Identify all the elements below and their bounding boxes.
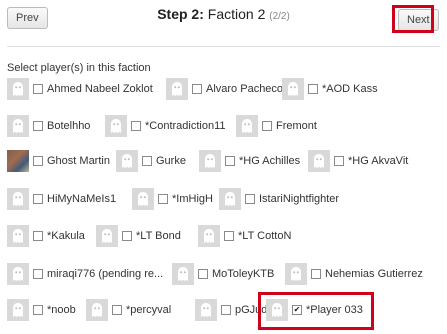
player-checkbox[interactable]: [308, 84, 318, 94]
player-name: MoToleyKTB: [212, 268, 275, 280]
default-avatar-icon: [285, 263, 307, 285]
player-checkbox[interactable]: [33, 305, 43, 315]
player-name: Botelhho: [47, 120, 91, 132]
player-item[interactable]: *Kakula: [7, 225, 85, 247]
instruction-text: Select player(s) in this faction: [7, 62, 151, 74]
next-highlight-box: [392, 5, 434, 33]
default-avatar-icon: [7, 115, 29, 137]
player-checkbox[interactable]: [33, 121, 43, 131]
player-checkbox[interactable]: [198, 269, 208, 279]
player-name: Ahmed Nabeel Zoklot: [47, 83, 153, 95]
player-item[interactable]: *Contradiction11: [105, 115, 226, 137]
player-item[interactable]: MoToleyKTB: [172, 263, 274, 285]
player-checkbox[interactable]: [245, 194, 255, 204]
player-checkbox[interactable]: [311, 269, 321, 279]
player-name: Ghost Martin: [47, 155, 110, 167]
default-avatar-icon: [219, 188, 241, 210]
player-name: Fremont: [276, 120, 317, 132]
default-avatar-icon: [198, 225, 220, 247]
player-name: *HG Achilles: [239, 155, 301, 167]
player-item[interactable]: Ghost Martin: [7, 150, 110, 172]
player-item[interactable]: IstariNightfighter: [219, 188, 339, 210]
player-checkbox[interactable]: [131, 121, 141, 131]
default-avatar-icon: [7, 299, 29, 321]
default-avatar-icon: [96, 225, 118, 247]
player-item[interactable]: Alvaro Pacheco: [166, 78, 283, 100]
default-avatar-icon: [7, 225, 29, 247]
player-checkbox[interactable]: [33, 84, 43, 94]
default-avatar-icon: [7, 78, 29, 100]
player-name: *Contradiction11: [145, 120, 226, 132]
player-checkbox[interactable]: [262, 121, 272, 131]
player-name: Gurke: [156, 155, 186, 167]
player-item[interactable]: *noob: [7, 299, 76, 321]
player-checkbox[interactable]: [33, 231, 43, 241]
player-name: *LT Bond: [136, 230, 181, 242]
player-checkbox[interactable]: [33, 156, 43, 166]
default-avatar-icon: [308, 150, 330, 172]
wizard-header: Prev Step 2: Faction 2 (2/2) Next: [0, 0, 447, 40]
player-item[interactable]: miraqi776 (pending re...: [7, 263, 163, 285]
player-checkbox[interactable]: [224, 231, 234, 241]
default-avatar-icon: [236, 115, 258, 137]
player-item[interactable]: HiMyNaMeIs1: [7, 188, 116, 210]
title-faction: Faction 2: [207, 6, 266, 22]
title-count: (2/2): [269, 11, 290, 22]
player-checkbox[interactable]: [33, 194, 43, 204]
player-item[interactable]: *HG AkvaVit: [308, 150, 408, 172]
player-item[interactable]: *LT Bond: [96, 225, 181, 247]
player-name: Nehemias Gutierrez: [325, 268, 423, 280]
player-name: *AOD Kass: [322, 83, 378, 95]
player-item[interactable]: Botelhho: [7, 115, 90, 137]
player-item[interactable]: *AOD Kass: [282, 78, 378, 100]
player-checkbox[interactable]: [221, 305, 231, 315]
player-checkbox[interactable]: [112, 305, 122, 315]
player-item[interactable]: Ahmed Nabeel Zoklot: [7, 78, 153, 100]
player-name: *percyval: [126, 304, 172, 316]
player-checkbox[interactable]: [192, 84, 202, 94]
default-avatar-icon: [7, 188, 29, 210]
player-checkbox[interactable]: [142, 156, 152, 166]
player-item[interactable]: Gurke: [116, 150, 186, 172]
player-item[interactable]: Nehemias Gutierrez: [285, 263, 423, 285]
default-avatar-icon: [166, 78, 188, 100]
player-photo-avatar: [7, 150, 29, 172]
default-avatar-icon: [7, 263, 29, 285]
default-avatar-icon: [195, 299, 217, 321]
player-name: *Kakula: [47, 230, 85, 242]
default-avatar-icon: [132, 188, 154, 210]
player-name: miraqi776 (pending re...: [47, 268, 164, 280]
player-item[interactable]: *percyval: [86, 299, 171, 321]
default-avatar-icon: [172, 263, 194, 285]
player-item[interactable]: *HG Achilles: [199, 150, 300, 172]
player-name: HiMyNaMeIs1: [47, 193, 117, 205]
default-avatar-icon: [116, 150, 138, 172]
player-checkbox[interactable]: [122, 231, 132, 241]
player-name: *ImHigH: [172, 193, 213, 205]
default-avatar-icon: [282, 78, 304, 100]
title-step: Step 2:: [157, 6, 204, 22]
selected-player-highlight-box: [258, 292, 374, 330]
player-name: *HG AkvaVit: [348, 155, 409, 167]
player-checkbox[interactable]: [158, 194, 168, 204]
default-avatar-icon: [199, 150, 221, 172]
player-name: *noob: [47, 304, 76, 316]
header-divider: [7, 46, 440, 47]
player-name: Alvaro Pacheco: [206, 83, 284, 95]
player-item[interactable]: Fremont: [236, 115, 317, 137]
player-checkbox[interactable]: [33, 269, 43, 279]
default-avatar-icon: [105, 115, 127, 137]
page-title: Step 2: Faction 2 (2/2): [0, 6, 447, 22]
default-avatar-icon: [86, 299, 108, 321]
player-item[interactable]: *LT CottoN: [198, 225, 291, 247]
player-name: IstariNightfighter: [259, 193, 340, 205]
player-checkbox[interactable]: [334, 156, 344, 166]
player-name: *LT CottoN: [238, 230, 292, 242]
player-checkbox[interactable]: [225, 156, 235, 166]
player-item[interactable]: *ImHigH: [132, 188, 213, 210]
